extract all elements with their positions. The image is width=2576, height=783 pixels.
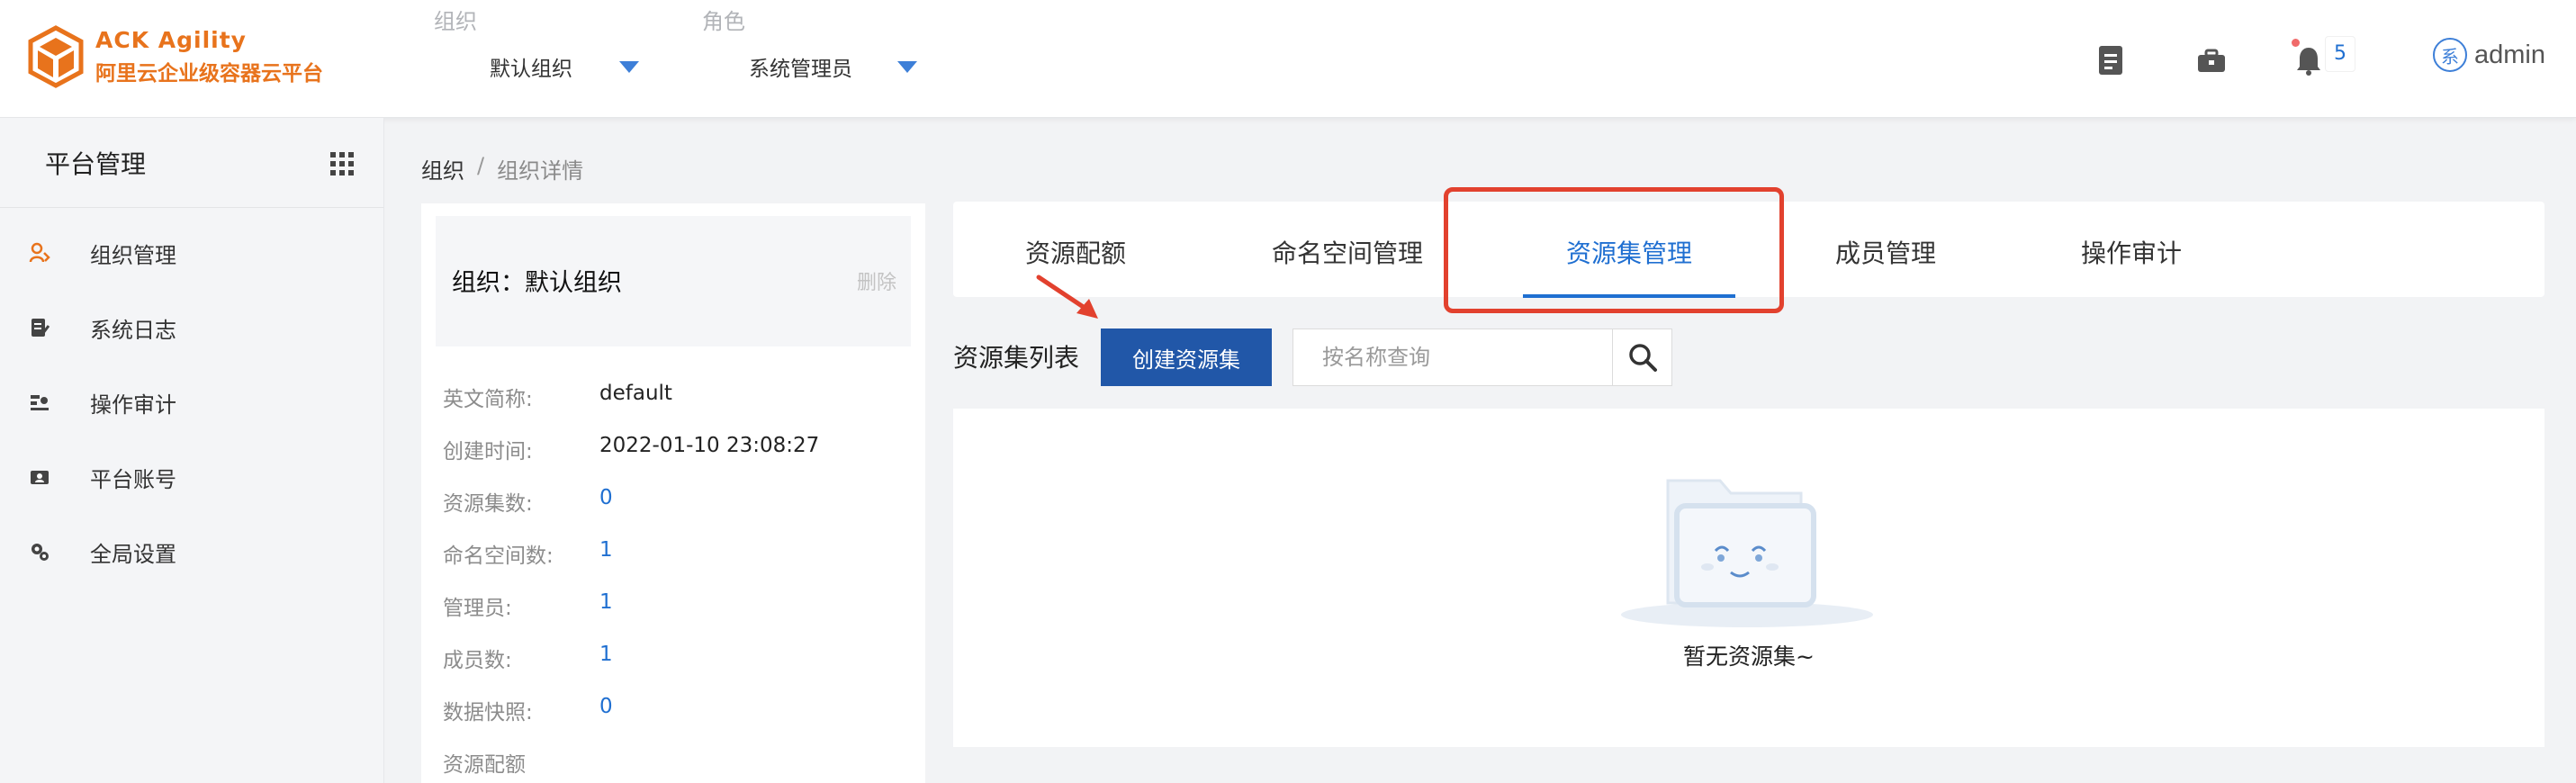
username: admin	[2474, 40, 2545, 69]
sidebar-header: 平台管理	[0, 118, 383, 208]
info-value-link[interactable]: 1	[599, 538, 613, 569]
info-key: 创建时间:	[443, 440, 533, 464]
org-detail-card: 组织：默认组织 删除 英文简称: default 创建时间: 2022-01-1…	[421, 203, 925, 783]
search-input[interactable]	[1293, 329, 1612, 385]
org-selector-value: 默认组织	[490, 58, 572, 81]
notification-dot	[2292, 39, 2300, 47]
sidebar-title: 平台管理	[45, 148, 147, 179]
info-value: default	[599, 382, 672, 405]
sidebar-item-operation-audit[interactable]: 操作审计	[0, 375, 384, 429]
search-icon	[1628, 344, 1657, 372]
role-selector-value: 系统管理员	[749, 58, 852, 81]
info-key: 成员数:	[443, 649, 512, 672]
toolbox-icon[interactable]	[2196, 45, 2227, 76]
info-key: 资源集数:	[443, 492, 533, 516]
empty-state-text: 暂无资源集~	[1683, 644, 1815, 670]
notification-count-badge[interactable]: 5	[2325, 36, 2355, 72]
log-icon	[32, 319, 50, 337]
document-icon[interactable]	[2097, 45, 2124, 76]
info-row: 成员数: 1	[443, 643, 613, 673]
create-resource-set-button[interactable]: 创建资源集	[1101, 328, 1272, 386]
sidebar-item-label: 组织管理	[90, 242, 176, 268]
settings-icon	[32, 544, 49, 561]
breadcrumb: 组织 / 组织详情	[421, 153, 583, 184]
breadcrumb-separator: /	[477, 153, 485, 178]
tab-operation-audit[interactable]: 操作审计	[2081, 234, 2182, 270]
chevron-down-icon[interactable]	[619, 60, 639, 73]
search-box	[1293, 328, 1672, 386]
org-selector[interactable]: 组织 默认组织	[434, 4, 639, 82]
breadcrumb-current: 组织详情	[497, 158, 584, 184]
info-row: 创建时间: 2022-01-10 23:08:27	[443, 434, 819, 464]
annotation-arrow-icon	[1036, 274, 1098, 319]
info-row: 资源集数: 0	[443, 486, 613, 517]
audit-icon	[31, 395, 49, 410]
sidebar-item-label: 操作审计	[90, 392, 176, 418]
chevron-down-icon[interactable]	[897, 60, 917, 73]
info-value-link[interactable]: 0	[599, 695, 613, 725]
sidebar-item-org-management[interactable]: 组织管理	[0, 226, 384, 280]
sidebar-item-platform-account[interactable]: 平台账号	[0, 450, 384, 504]
sidebar-item-label: 全局设置	[90, 541, 176, 567]
logo-title: ACK Agility	[95, 27, 247, 53]
org-title: 组织：默认组织	[452, 269, 622, 297]
info-row: 管理员: 1	[443, 590, 613, 621]
sidebar-item-global-settings[interactable]: 全局设置	[0, 525, 384, 579]
org-header: 组织：默认组织 删除	[436, 216, 911, 346]
bell-icon[interactable]	[2295, 45, 2322, 76]
user-menu[interactable]: 系 admin	[2433, 38, 2545, 72]
info-section-label: 资源配额	[443, 753, 526, 777]
role-selector-label: 角色	[702, 9, 745, 34]
app-grid-icon[interactable]	[330, 152, 354, 176]
avatar: 系	[2433, 38, 2467, 72]
sidebar-item-label: 系统日志	[90, 317, 176, 343]
tab-member-management[interactable]: 成员管理	[1835, 234, 1936, 270]
info-key: 命名空间数:	[443, 544, 554, 568]
org-selector-label: 组织	[434, 9, 477, 34]
top-header: ACK Agility 阿里云企业级容器云平台 组织 默认组织 角色 系统管理员…	[0, 0, 2576, 118]
info-key: 数据快照:	[443, 701, 533, 724]
breadcrumb-root-link[interactable]: 组织	[421, 153, 464, 184]
info-key: 管理员:	[443, 597, 512, 620]
info-row: 数据快照: 0	[443, 695, 613, 725]
search-button[interactable]	[1612, 329, 1671, 385]
info-row: 英文简称: default	[443, 382, 672, 412]
info-key: 英文简称:	[443, 388, 533, 411]
role-selector[interactable]: 角色 系统管理员	[702, 4, 917, 82]
sidebar-item-system-log[interactable]: 系统日志	[0, 301, 384, 355]
info-value-link[interactable]: 1	[599, 590, 613, 621]
sidebar-item-label: 平台账号	[90, 466, 176, 492]
highlight-box	[1444, 187, 1784, 313]
org-icon	[29, 242, 50, 263]
tab-namespace-management[interactable]: 命名空间管理	[1272, 234, 1423, 270]
delete-button[interactable]: 删除	[857, 266, 896, 295]
info-row: 资源配额	[443, 747, 599, 778]
tab-resource-quota[interactable]: 资源配额	[1025, 234, 1126, 270]
info-value: 2022-01-10 23:08:27	[599, 434, 820, 457]
brand-logo[interactable]: ACK Agility 阿里云企业级容器云平台	[27, 25, 323, 88]
logo-subtitle: 阿里云企业级容器云平台	[95, 62, 323, 86]
resource-set-list-panel: 暂无资源集~	[953, 409, 2544, 747]
info-value-link[interactable]: 0	[599, 486, 613, 517]
info-value-link[interactable]: 1	[599, 643, 613, 673]
empty-folder-icon	[1621, 479, 1873, 627]
sidebar: 平台管理 组织管理 系统日志 操作审计 平台账号 全局设置	[0, 118, 384, 783]
cube-logo-icon	[28, 25, 84, 88]
info-row: 命名空间数: 1	[443, 538, 613, 569]
account-icon	[31, 471, 49, 484]
resource-set-list-title: 资源集列表	[953, 343, 1080, 373]
